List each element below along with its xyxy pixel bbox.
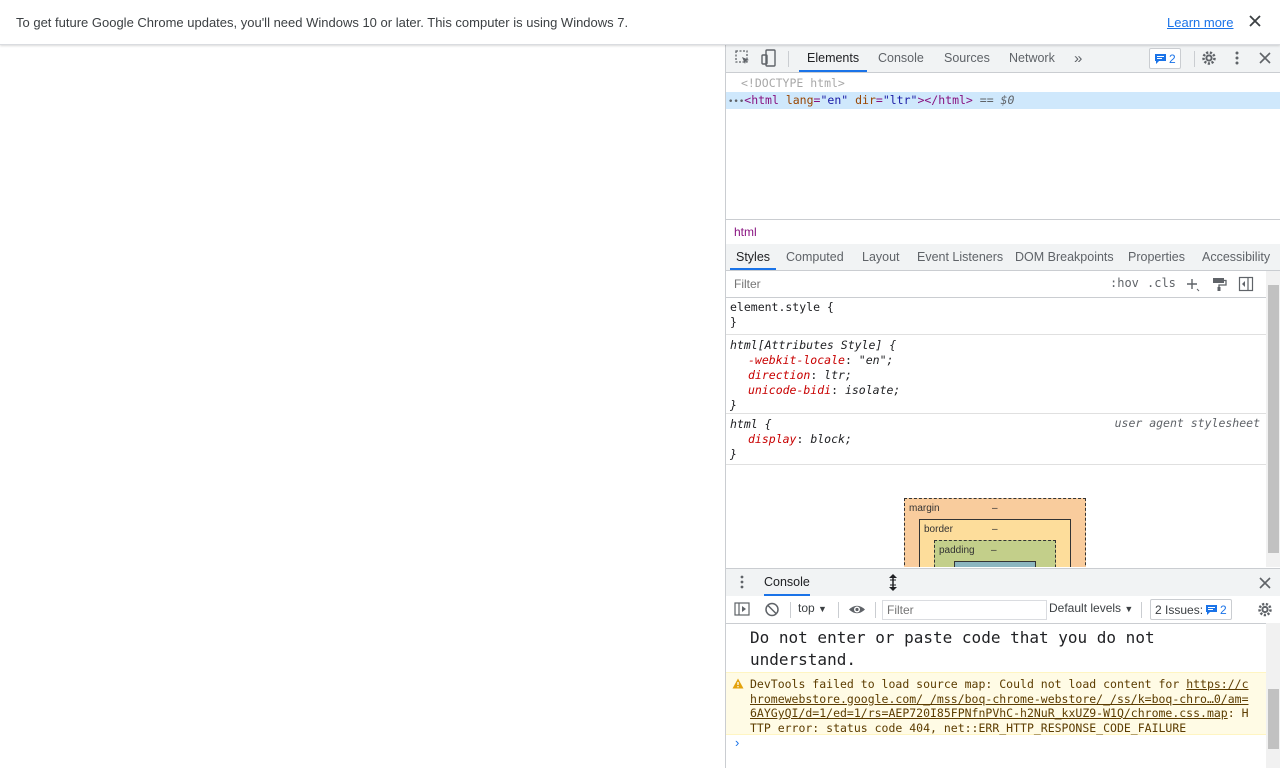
infobar-message: To get future Google Chrome updates, you… [16, 15, 629, 30]
clear-console-icon[interactable] [764, 601, 780, 618]
warning-triangle-icon [732, 678, 744, 689]
tab-console[interactable]: Console [878, 45, 924, 72]
console-prompt-icon[interactable]: › [735, 735, 739, 750]
tab-event-listeners[interactable]: Event Listeners [917, 244, 1003, 270]
console-scrollbar[interactable] [1266, 623, 1280, 768]
update-infobar: To get future Google Chrome updates, you… [0, 0, 1280, 45]
tab-computed[interactable]: Computed [786, 244, 844, 270]
more-options-icon[interactable] [1228, 49, 1246, 67]
styles-filter-bar: :hov .cls [726, 271, 1266, 298]
console-warning-message: DevTools failed to load source map: Coul… [726, 672, 1266, 735]
tab-sources[interactable]: Sources [944, 45, 990, 72]
close-icon[interactable] [1245, 11, 1265, 31]
drawer-header: Console [726, 568, 1280, 597]
box-border[interactable]: border – padding – [919, 519, 1071, 567]
styles-filter-input[interactable] [732, 275, 1103, 292]
breadcrumb-html[interactable]: html [734, 225, 757, 239]
live-expression-eye-icon[interactable] [848, 601, 866, 618]
box-margin[interactable]: margin – border – padding – [904, 498, 1086, 567]
paint-brush-icon[interactable] [1211, 276, 1227, 292]
add-rule-icon[interactable] [1184, 276, 1200, 292]
drawer-menu-icon[interactable] [734, 574, 750, 590]
box-padding[interactable]: padding – [934, 540, 1056, 567]
rule-html-user-agent[interactable]: html { user agent stylesheet display: bl… [726, 414, 1266, 465]
tab-elements[interactable]: Elements [798, 45, 868, 72]
console-toolbar: top ▼ Default levels ▼ 2 Issues: 2 [726, 596, 1280, 624]
rule-html-attributes-style[interactable]: html[Attributes Style] { -webkit-locale:… [726, 335, 1266, 414]
close-drawer-icon[interactable] [1257, 575, 1273, 591]
learn-more-link[interactable]: Learn more [1167, 15, 1233, 30]
log-levels-dropdown[interactable]: Default levels ▼ [1049, 601, 1133, 618]
rule-element-style[interactable]: element.style { } [726, 297, 1266, 335]
messages-count: 2 [1169, 51, 1176, 66]
tab-properties[interactable]: Properties [1128, 244, 1185, 270]
context-selector[interactable]: top ▼ [798, 601, 827, 618]
styles-scrollbar[interactable] [1266, 271, 1280, 567]
console-settings-gear-icon[interactable] [1256, 601, 1274, 618]
doctype-node[interactable]: <!DOCTYPE html> [726, 75, 1280, 92]
inspect-element-icon[interactable] [734, 49, 752, 67]
elements-tree[interactable]: <!DOCTYPE html> •••<html lang="en" dir="… [726, 72, 1280, 219]
box-content[interactable] [954, 561, 1036, 567]
tab-dom-breakpoints[interactable]: DOM Breakpoints [1015, 244, 1114, 270]
self-xss-warning: Do not enter or paste code that you do n… [750, 628, 1155, 669]
settings-gear-icon[interactable] [1200, 49, 1218, 67]
html-node[interactable]: •••<html lang="en" dir="ltr"></html> == … [726, 92, 1280, 109]
console-filter-input[interactable] [882, 600, 1047, 620]
console-output[interactable]: Do not enter or paste code that you do n… [726, 623, 1266, 768]
device-toolbar-icon[interactable] [760, 49, 778, 67]
close-devtools-icon[interactable] [1256, 49, 1274, 67]
tab-accessibility[interactable]: Accessibility [1202, 244, 1270, 270]
styles-tabbar: Styles Computed Layout Event Listeners D… [726, 244, 1280, 271]
tab-layout[interactable]: Layout [862, 244, 900, 270]
messages-counter[interactable]: 2 [1149, 48, 1181, 69]
user-agent-stylesheet-label: user agent stylesheet [1114, 416, 1260, 430]
breadcrumb: html [726, 219, 1280, 245]
devtools-panel: Elements Console Sources Network » 2 <!D… [725, 45, 1280, 768]
issues-counter[interactable]: 2 Issues: 2 [1150, 599, 1232, 620]
devtools-toolbar: Elements Console Sources Network » 2 [726, 45, 1280, 73]
message-icon [1155, 53, 1166, 64]
page-content [0, 45, 725, 768]
toggle-sidebar-icon[interactable] [1238, 276, 1254, 292]
resize-cursor-icon [889, 574, 897, 591]
show-sidebar-icon[interactable] [734, 601, 750, 618]
box-model-viewport: margin – border – padding – [726, 498, 1266, 567]
drawer-tab-console[interactable]: Console [764, 569, 810, 596]
tab-network[interactable]: Network [1009, 45, 1055, 72]
more-tabs-button[interactable]: » [1074, 45, 1082, 72]
hover-state-button[interactable]: :hov [1110, 276, 1139, 290]
class-toggle-button[interactable]: .cls [1147, 276, 1176, 290]
issues-message-icon [1206, 604, 1218, 615]
tab-styles[interactable]: Styles [729, 244, 777, 270]
